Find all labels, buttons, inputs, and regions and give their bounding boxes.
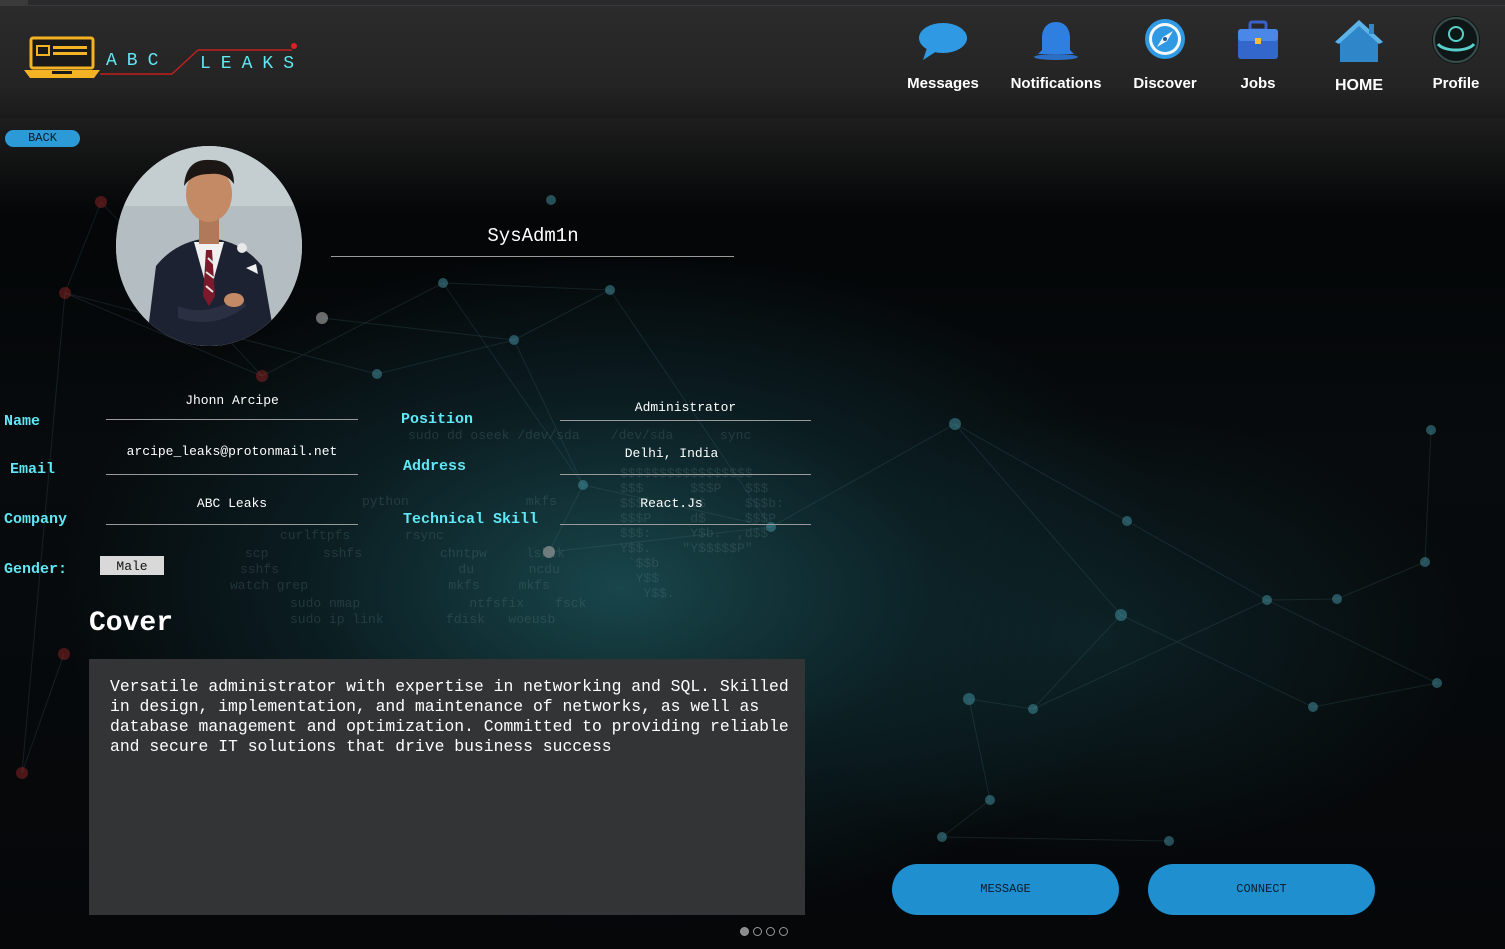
- label-name: Name: [4, 413, 41, 430]
- compass-icon: [1145, 19, 1185, 59]
- position-underline: [560, 420, 811, 421]
- profile-username: SysAdm1n: [487, 225, 579, 247]
- cover-text: Versatile administrator with expertise i…: [110, 677, 789, 756]
- label-address: Address: [403, 458, 467, 475]
- pagination-dots: [740, 923, 792, 936]
- value-gender: Male: [100, 556, 164, 575]
- nav-messages-label: Messages: [907, 75, 979, 92]
- value-name: Jhonn Arcipe: [185, 393, 279, 408]
- name-underline: [106, 419, 358, 420]
- pagination-dot[interactable]: [779, 927, 788, 936]
- nav-jobs[interactable]: Jobs: [1203, 16, 1313, 92]
- chat-bubble-icon: [919, 23, 967, 60]
- value-address: Delhi, India: [624, 446, 719, 461]
- nav-messages[interactable]: Messages: [888, 16, 998, 92]
- address-underline: [560, 474, 811, 475]
- username-underline: [331, 256, 734, 257]
- label-email: Email: [10, 461, 56, 478]
- cover-box: Versatile administrator with expertise i…: [89, 659, 805, 915]
- label-position: Position: [401, 411, 474, 428]
- house-icon: [1335, 20, 1383, 62]
- brand-name-left: ABC: [106, 51, 168, 71]
- technical-skill-underline: [560, 524, 811, 525]
- nav-profile-label: Profile: [1432, 75, 1480, 92]
- label-company: Company: [4, 511, 68, 528]
- company-underline: [106, 524, 358, 525]
- briefcase-icon: [1238, 20, 1278, 59]
- nav-home[interactable]: HOME: [1304, 16, 1414, 95]
- profile-photo: [116, 146, 302, 346]
- bell-icon: [1034, 22, 1078, 60]
- connect-button[interactable]: CONNECT: [1148, 864, 1375, 915]
- value-position: Administrator: [634, 400, 737, 415]
- brand-logo[interactable]: ABC LEAKS: [22, 36, 312, 86]
- value-technical-skill: React.Js: [640, 496, 703, 511]
- pagination-dot[interactable]: [766, 927, 775, 936]
- label-gender: Gender:: [4, 561, 68, 578]
- cover-title: Cover: [89, 608, 174, 639]
- email-underline: [106, 474, 358, 475]
- top-header: ABC LEAKS Messages Notifications Discove…: [0, 6, 1505, 118]
- nav-jobs-label: Jobs: [1240, 75, 1276, 92]
- pagination-dot[interactable]: [740, 927, 749, 936]
- brand-name-right: LEAKS: [200, 54, 304, 74]
- laptop-logo-icon: [24, 36, 100, 78]
- message-button[interactable]: MESSAGE: [892, 864, 1119, 915]
- label-technical-skill: Technical Skill: [403, 511, 539, 528]
- nav-notifications[interactable]: Notifications: [1001, 16, 1111, 92]
- nav-home-label: HOME: [1335, 77, 1383, 94]
- value-company: ABC Leaks: [196, 496, 268, 511]
- avatar-icon: [1432, 16, 1480, 64]
- nav-profile[interactable]: Profile: [1401, 16, 1505, 92]
- value-email: arcipe_leaks@protonmail.net: [126, 444, 338, 459]
- back-button[interactable]: BACK: [5, 130, 80, 147]
- nav-notifications-label: Notifications: [1010, 75, 1102, 92]
- pagination-dot[interactable]: [753, 927, 762, 936]
